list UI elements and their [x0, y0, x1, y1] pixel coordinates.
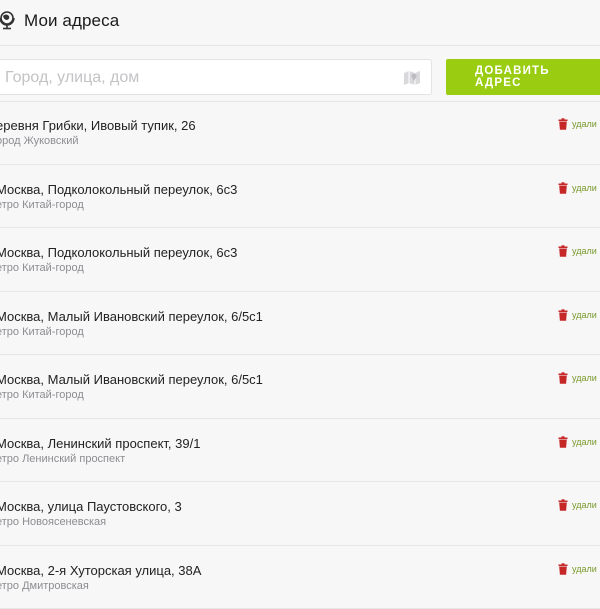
trash-icon: [558, 372, 568, 384]
delete-label: удали: [572, 373, 597, 383]
address-subtitle: етро Китай-город: [0, 326, 84, 338]
trash-icon: [558, 245, 568, 257]
address-item: Москва, 2-я Хуторская улица, 38А етро Дм…: [0, 546, 600, 609]
delete-address-button[interactable]: удали: [558, 118, 597, 130]
search-input[interactable]: [3, 60, 387, 96]
delete-label: удали: [572, 500, 597, 510]
address-title: Москва, Малый Ивановский переулок, 6/5с1: [0, 309, 263, 324]
delete-label: удали: [572, 183, 597, 193]
delete-label: удали: [572, 119, 597, 129]
delete-label: удали: [572, 246, 597, 256]
address-item: Москва, Подколокольный переулок, 6с3 етр…: [0, 165, 600, 229]
address-title: Москва, Подколокольный переулок, 6с3: [0, 182, 237, 197]
delete-address-button[interactable]: удали: [558, 309, 597, 321]
address-subtitle: етро Новоясеневская: [0, 516, 106, 528]
map-icon[interactable]: [403, 69, 421, 87]
delete-address-button[interactable]: удали: [558, 372, 597, 384]
address-title: Москва, улица Паустовского, 3: [0, 499, 182, 514]
address-title: Москва, Подколокольный переулок, 6с3: [0, 245, 237, 260]
delete-address-button[interactable]: удали: [558, 182, 597, 194]
delete-address-button[interactable]: удали: [558, 499, 597, 511]
address-item: еревня Грибки, Ивовый тупик, 26 ород Жук…: [0, 101, 600, 165]
delete-label: удали: [572, 564, 597, 574]
address-item: Москва, Ленинский проспект, 39/1 етро Ле…: [0, 419, 600, 483]
trash-icon: [558, 563, 568, 575]
address-subtitle: етро Дмитровская: [0, 580, 89, 592]
delete-label: удали: [572, 437, 597, 447]
address-item: Москва, Малый Ивановский переулок, 6/5с1…: [0, 355, 600, 419]
delete-label: удали: [572, 310, 597, 320]
delete-address-button[interactable]: удали: [558, 563, 597, 575]
address-title: еревня Грибки, Ивовый тупик, 26: [0, 118, 196, 133]
address-list: еревня Грибки, Ивовый тупик, 26 ород Жук…: [0, 101, 600, 609]
page-title: Мои адреса: [24, 11, 119, 31]
header-divider: [0, 45, 600, 46]
address-title: Москва, 2-я Хуторская улица, 38А: [0, 563, 201, 578]
address-item: Москва, улица Паустовского, 3 етро Новоя…: [0, 482, 600, 546]
address-item: Москва, Подколокольный переулок, 6с3 етр…: [0, 228, 600, 292]
trash-icon: [558, 309, 568, 321]
add-address-button[interactable]: ДОБАВИТЬ АДРЕС: [446, 59, 600, 95]
delete-address-button[interactable]: удали: [558, 245, 597, 257]
search-box[interactable]: [0, 59, 432, 95]
page-header: Мои адреса: [0, 0, 600, 44]
address-subtitle: етро Китай-город: [0, 262, 84, 274]
address-title: Москва, Ленинский проспект, 39/1: [0, 436, 200, 451]
trash-icon: [558, 436, 568, 448]
address-subtitle: етро Ленинский проспект: [0, 453, 125, 465]
delete-address-button[interactable]: удали: [558, 436, 597, 448]
address-title: Москва, Малый Ивановский переулок, 6/5с1: [0, 372, 263, 387]
address-subtitle: етро Китай-город: [0, 199, 84, 211]
address-subtitle: етро Китай-город: [0, 389, 84, 401]
trash-icon: [558, 499, 568, 511]
trash-icon: [558, 118, 568, 130]
address-subtitle: ород Жуковский: [0, 135, 79, 147]
trash-icon: [558, 182, 568, 194]
globe-icon: [0, 10, 16, 30]
address-item: Москва, Малый Ивановский переулок, 6/5с1…: [0, 292, 600, 356]
